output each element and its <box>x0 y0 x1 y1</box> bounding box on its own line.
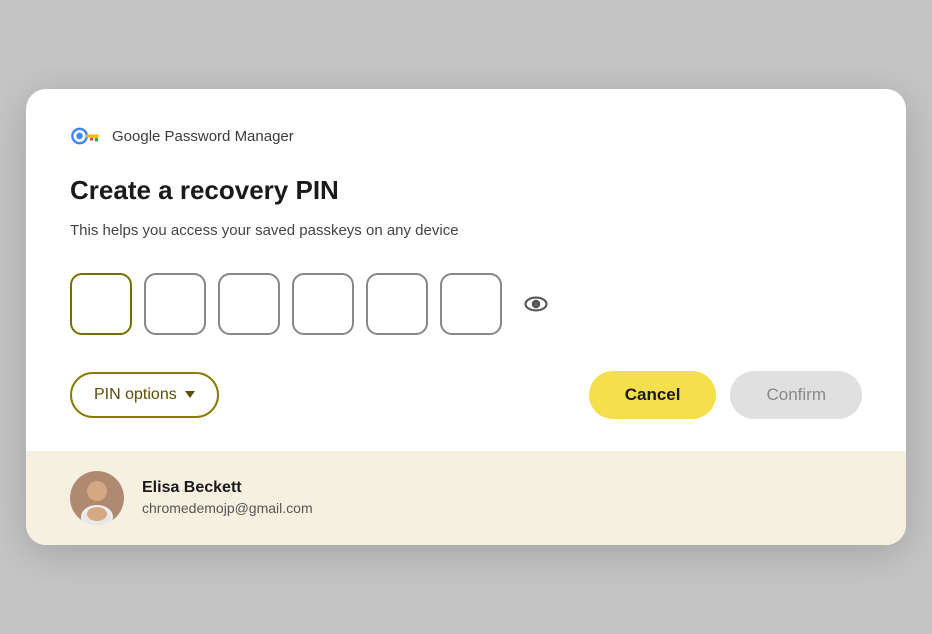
cancel-button[interactable]: Cancel <box>589 371 717 419</box>
pin-input-3[interactable] <box>218 273 280 335</box>
main-title: Create a recovery PIN <box>70 175 862 206</box>
dialog-body: Google Password Manager Create a recover… <box>26 89 906 451</box>
pin-input-5[interactable] <box>366 273 428 335</box>
right-buttons: Cancel Confirm <box>589 371 862 419</box>
gpm-logo-icon <box>70 125 102 147</box>
user-info: Elisa Beckett chromedemojp@gmail.com <box>142 479 313 516</box>
app-name-label: Google Password Manager <box>112 128 294 145</box>
pin-input-6[interactable] <box>440 273 502 335</box>
header-row: Google Password Manager <box>70 125 862 147</box>
subtitle: This helps you access your saved passkey… <box>70 220 862 243</box>
actions-row: PIN options Cancel Confirm <box>70 371 862 419</box>
chevron-down-icon <box>185 391 195 398</box>
eye-icon <box>522 290 550 318</box>
pin-input-1[interactable] <box>70 273 132 335</box>
user-email: chromedemojp@gmail.com <box>142 500 313 516</box>
pin-input-2[interactable] <box>144 273 206 335</box>
confirm-button[interactable]: Confirm <box>730 371 862 419</box>
dialog-footer: Elisa Beckett chromedemojp@gmail.com <box>26 451 906 545</box>
user-name: Elisa Beckett <box>142 479 313 497</box>
pin-options-button[interactable]: PIN options <box>70 372 219 418</box>
avatar <box>70 471 124 525</box>
toggle-visibility-button[interactable] <box>518 286 554 322</box>
pin-input-4[interactable] <box>292 273 354 335</box>
pin-input-row <box>70 273 862 335</box>
dialog: Google Password Manager Create a recover… <box>26 89 906 545</box>
pin-options-label: PIN options <box>94 386 177 404</box>
